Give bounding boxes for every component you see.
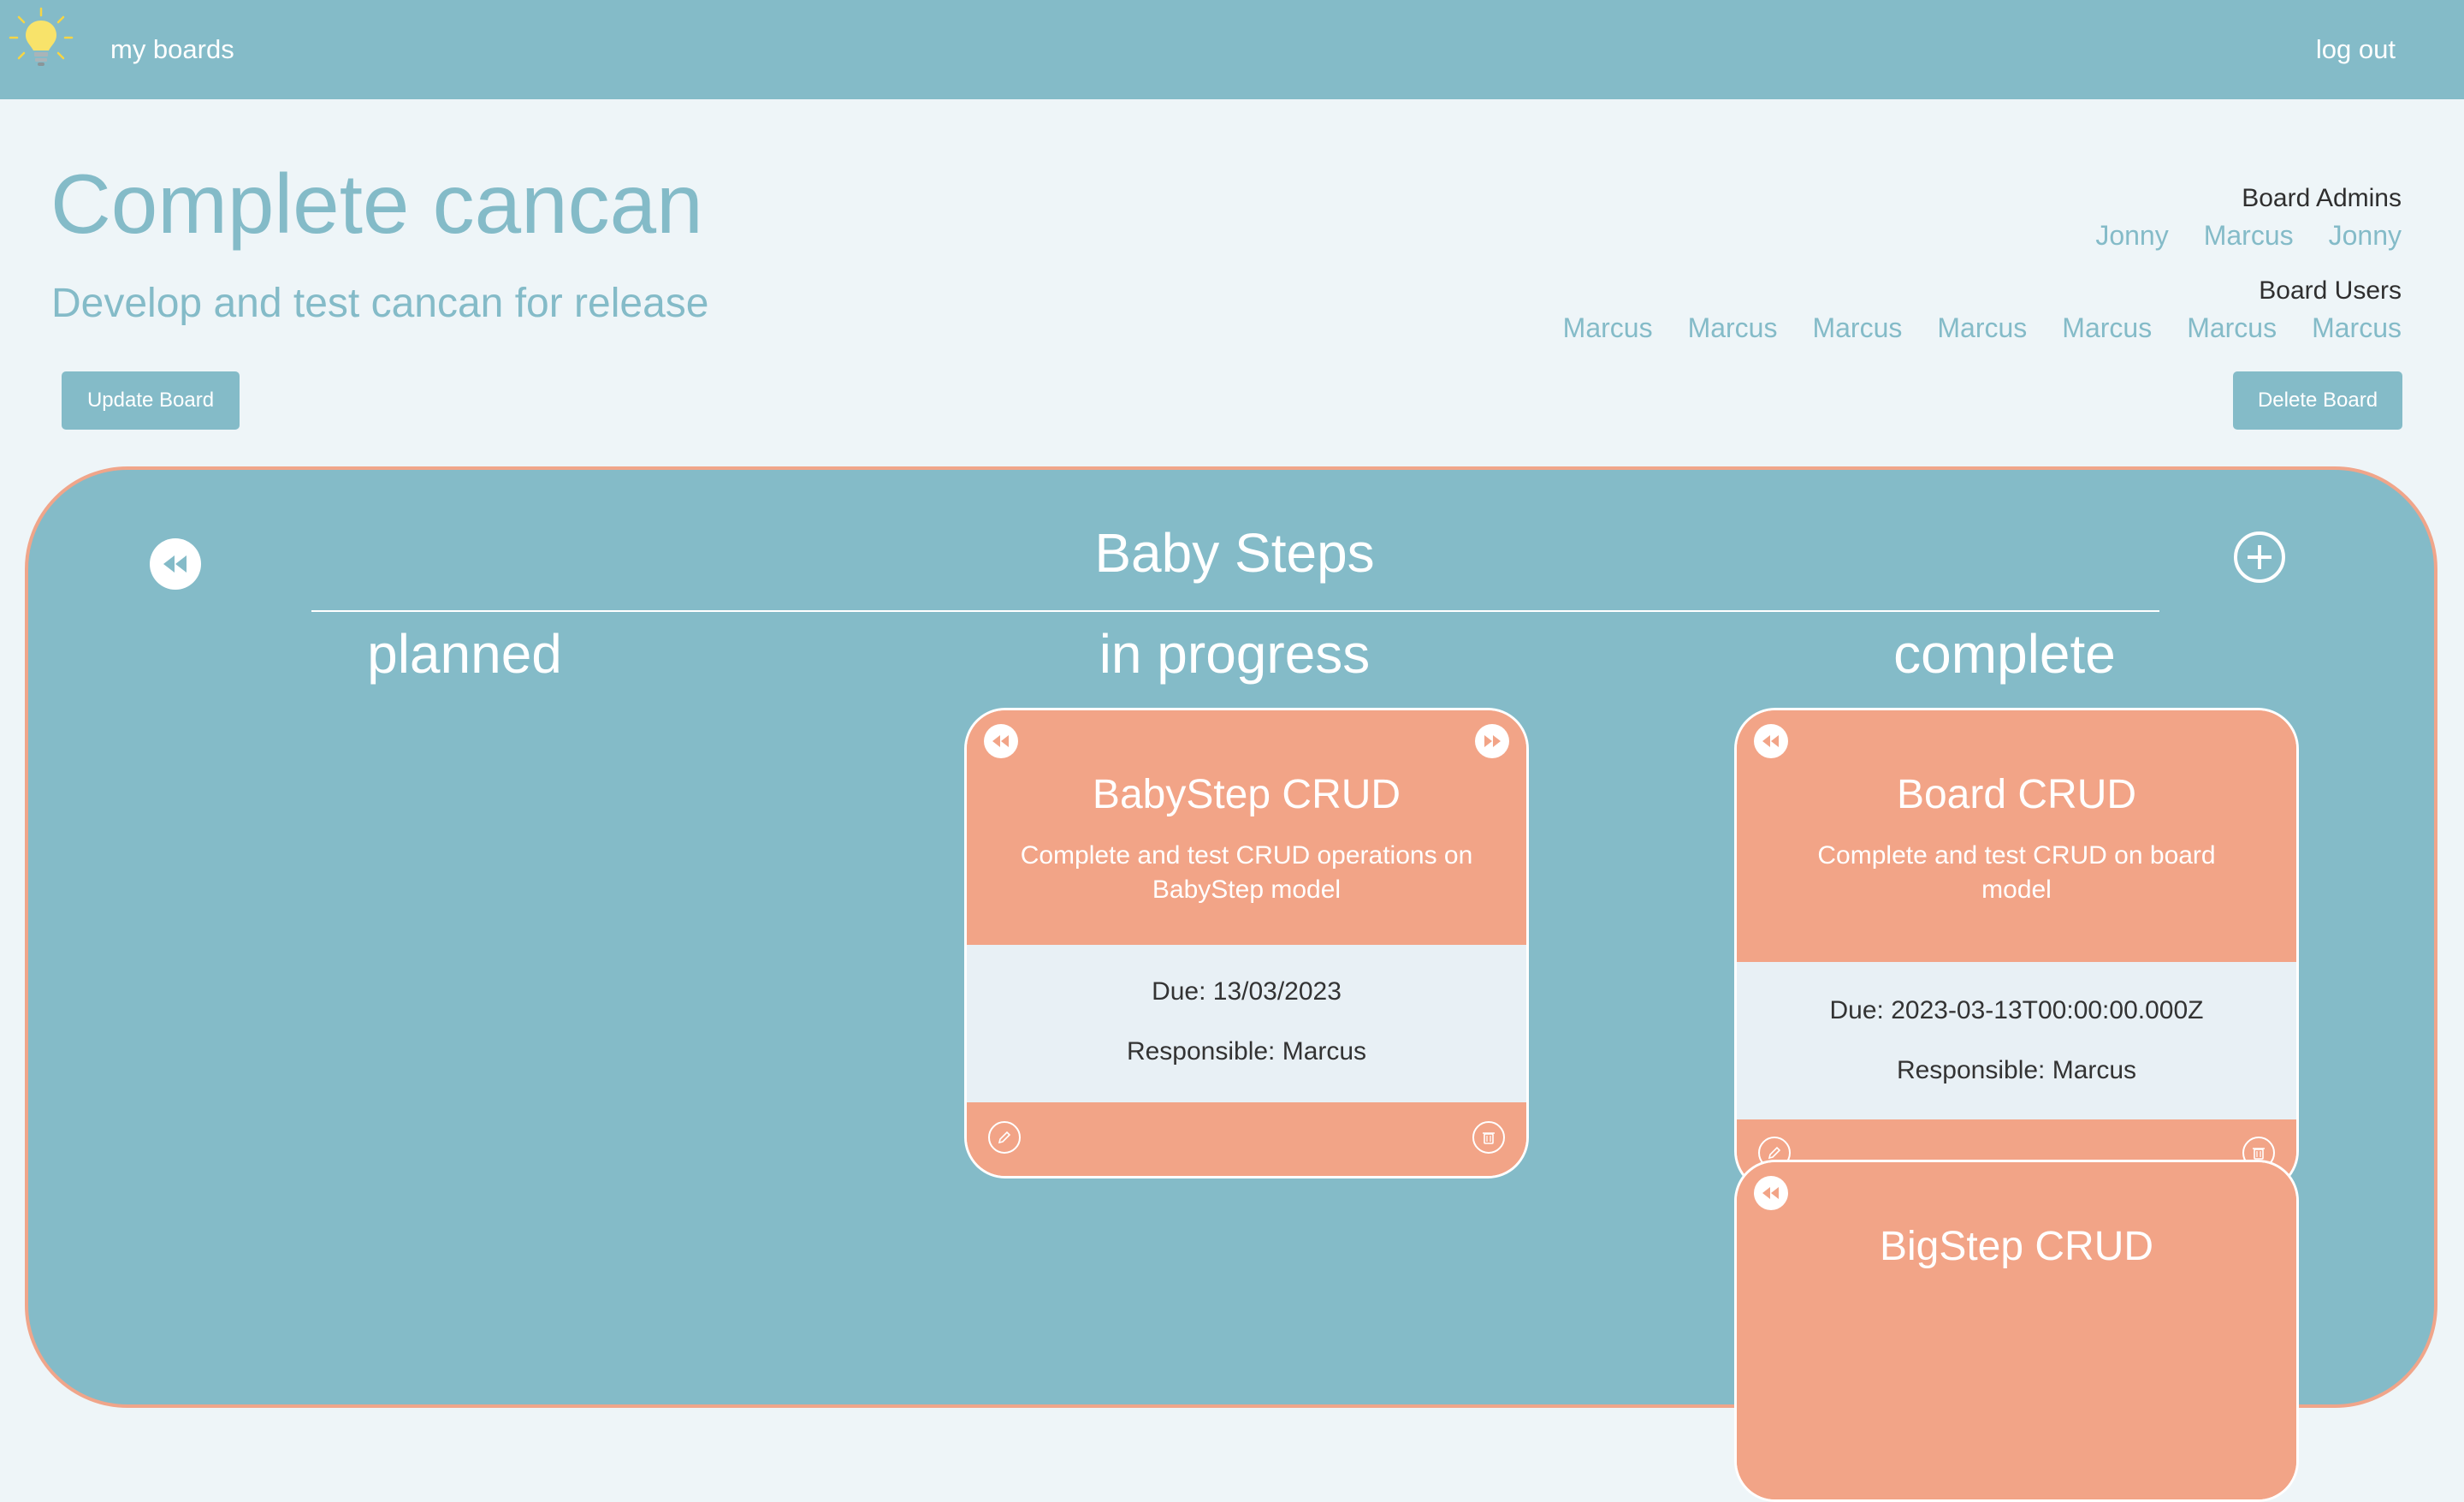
trash-icon[interactable] (1472, 1121, 1505, 1154)
user-name[interactable]: Marcus (2062, 310, 2152, 346)
lightbulb-icon[interactable] (7, 5, 75, 74)
column-heading-complete: complete (1893, 623, 2116, 685)
delete-board-button[interactable]: Delete Board (2233, 371, 2402, 430)
step-card-title: BigStep CRUD (1879, 1224, 2154, 1269)
step-card-description: Complete and test CRUD on board model (1817, 841, 2216, 904)
admin-name[interactable]: Jonny (2095, 217, 2168, 253)
step-card-description: Complete and test CRUD operations on Bab… (1020, 841, 1473, 904)
top-navbar: my boards log out (0, 0, 2464, 99)
move-back-icon[interactable] (1754, 1176, 1788, 1210)
step-card: BigStep CRUD (1734, 1160, 2299, 1502)
step-card-due: Due: 2023-03-13T00:00:00.000Z (1829, 996, 2204, 1024)
step-card: BabyStep CRUD Complete and test CRUD ope… (964, 708, 1529, 1178)
step-card-responsible: Responsible: Marcus (1896, 1056, 2137, 1084)
column-heading-planned: planned (367, 623, 562, 685)
user-name[interactable]: Marcus (1812, 310, 1902, 346)
move-back-icon[interactable] (984, 724, 1018, 758)
step-card-header: Board CRUD Complete and test CRUD on boa… (1737, 710, 2296, 962)
step-card-responsible: Responsible: Marcus (1126, 1037, 1367, 1066)
board-users-heading: Board Users (2259, 276, 2402, 305)
nav-log-out-link[interactable]: log out (2316, 34, 2396, 65)
nav-my-boards-link[interactable]: my boards (110, 34, 234, 65)
add-circle-icon[interactable] (2234, 531, 2285, 583)
step-card-title: BabyStep CRUD (1092, 772, 1401, 817)
board-description: Develop and test cancan for release (51, 281, 709, 326)
step-card-body: Due: 13/03/2023 Responsible: Marcus (967, 945, 1526, 1102)
edit-pencil-icon[interactable] (988, 1121, 1021, 1154)
panel-divider (311, 610, 2159, 612)
board-title: Complete cancan (50, 157, 703, 251)
baby-steps-panel: Baby Steps planned in progress complete … (25, 466, 2437, 1502)
board-members: Board Admins Jonny Marcus Jonny Board Us… (1289, 180, 2402, 346)
step-card-due: Due: 13/03/2023 (1152, 977, 1342, 1006)
step-card-title: Board CRUD (1896, 772, 2137, 817)
move-forward-icon[interactable] (1475, 724, 1509, 758)
step-card: Board CRUD Complete and test CRUD on boa… (1734, 708, 2299, 1192)
admin-name[interactable]: Jonny (2329, 217, 2402, 253)
step-card-footer (967, 1102, 1526, 1176)
move-back-icon[interactable] (1754, 724, 1788, 758)
board-admins-heading: Board Admins (2242, 184, 2402, 212)
user-name[interactable]: Marcus (1563, 310, 1653, 346)
step-card-header: BigStep CRUD (1737, 1162, 2296, 1499)
user-name[interactable]: Marcus (2187, 310, 2277, 346)
user-name[interactable]: Marcus (2312, 310, 2402, 346)
update-board-button[interactable]: Update Board (62, 371, 240, 430)
board-users-list: Marcus Marcus Marcus Marcus Marcus Marcu… (1289, 310, 2402, 346)
admin-name[interactable]: Marcus (2204, 217, 2294, 253)
column-heading-in-progress: in progress (1099, 623, 1371, 685)
user-name[interactable]: Marcus (1688, 310, 1778, 346)
baby-steps-title: Baby Steps (1094, 522, 1375, 584)
step-card-header: BabyStep CRUD Complete and test CRUD ope… (967, 710, 1526, 945)
user-name[interactable]: Marcus (1937, 310, 2027, 346)
step-card-body: Due: 2023-03-13T00:00:00.000Z Responsibl… (1737, 962, 2296, 1119)
board-admins-list: Jonny Marcus Jonny (1289, 217, 2402, 253)
